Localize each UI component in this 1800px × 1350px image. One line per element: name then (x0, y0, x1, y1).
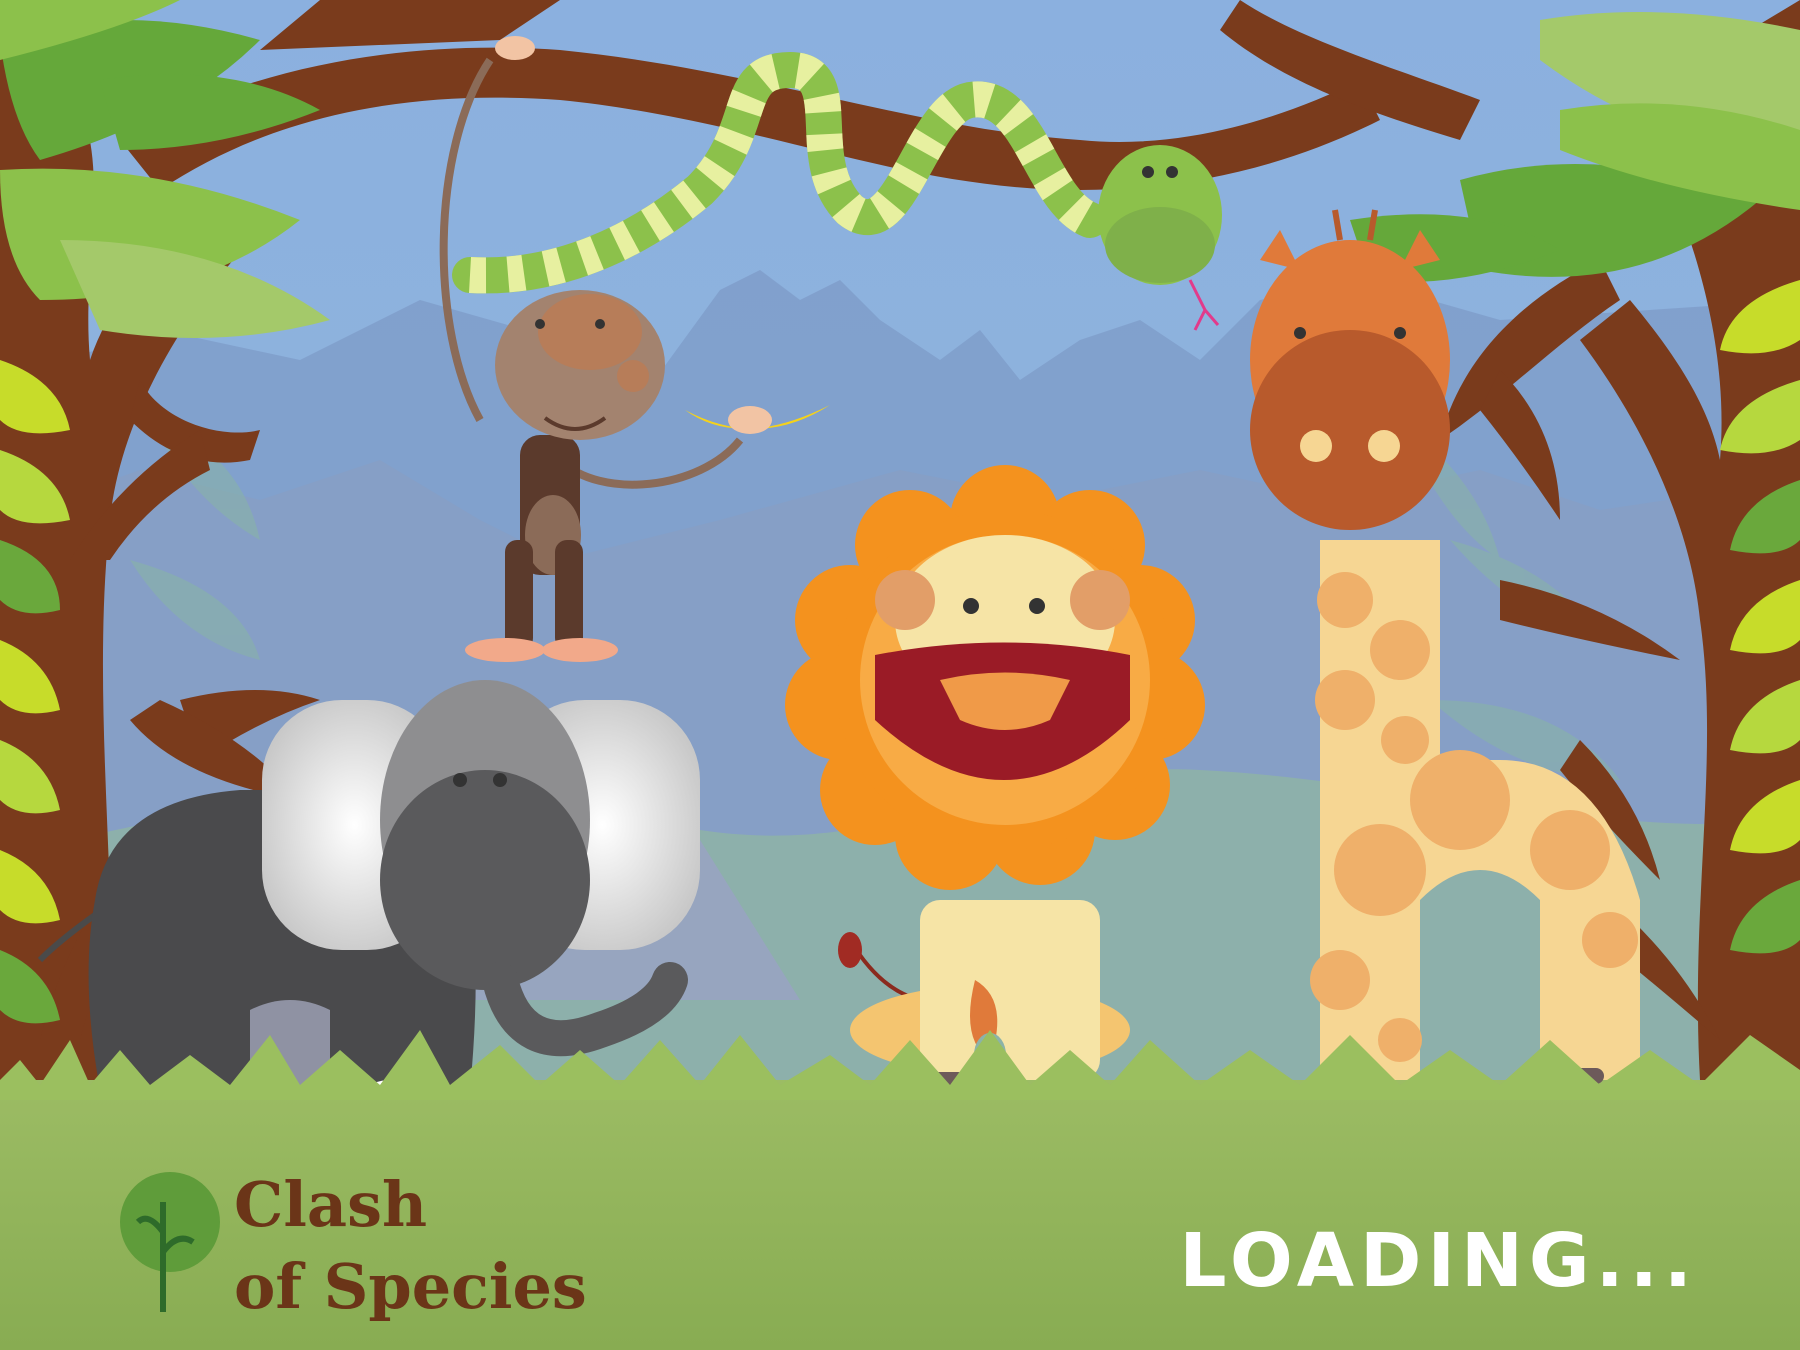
loading-text: LOADING... (1179, 1218, 1698, 1304)
jungle-scene (0, 0, 1800, 1350)
game-logo: Clash of Species (118, 1162, 598, 1322)
logo-title-line2: of Species (234, 1250, 587, 1323)
sprout-logo-icon (120, 1172, 220, 1312)
loading-screen: Clash of Species LOADING... (0, 0, 1800, 1350)
logo-title-line1: Clash (234, 1168, 428, 1241)
